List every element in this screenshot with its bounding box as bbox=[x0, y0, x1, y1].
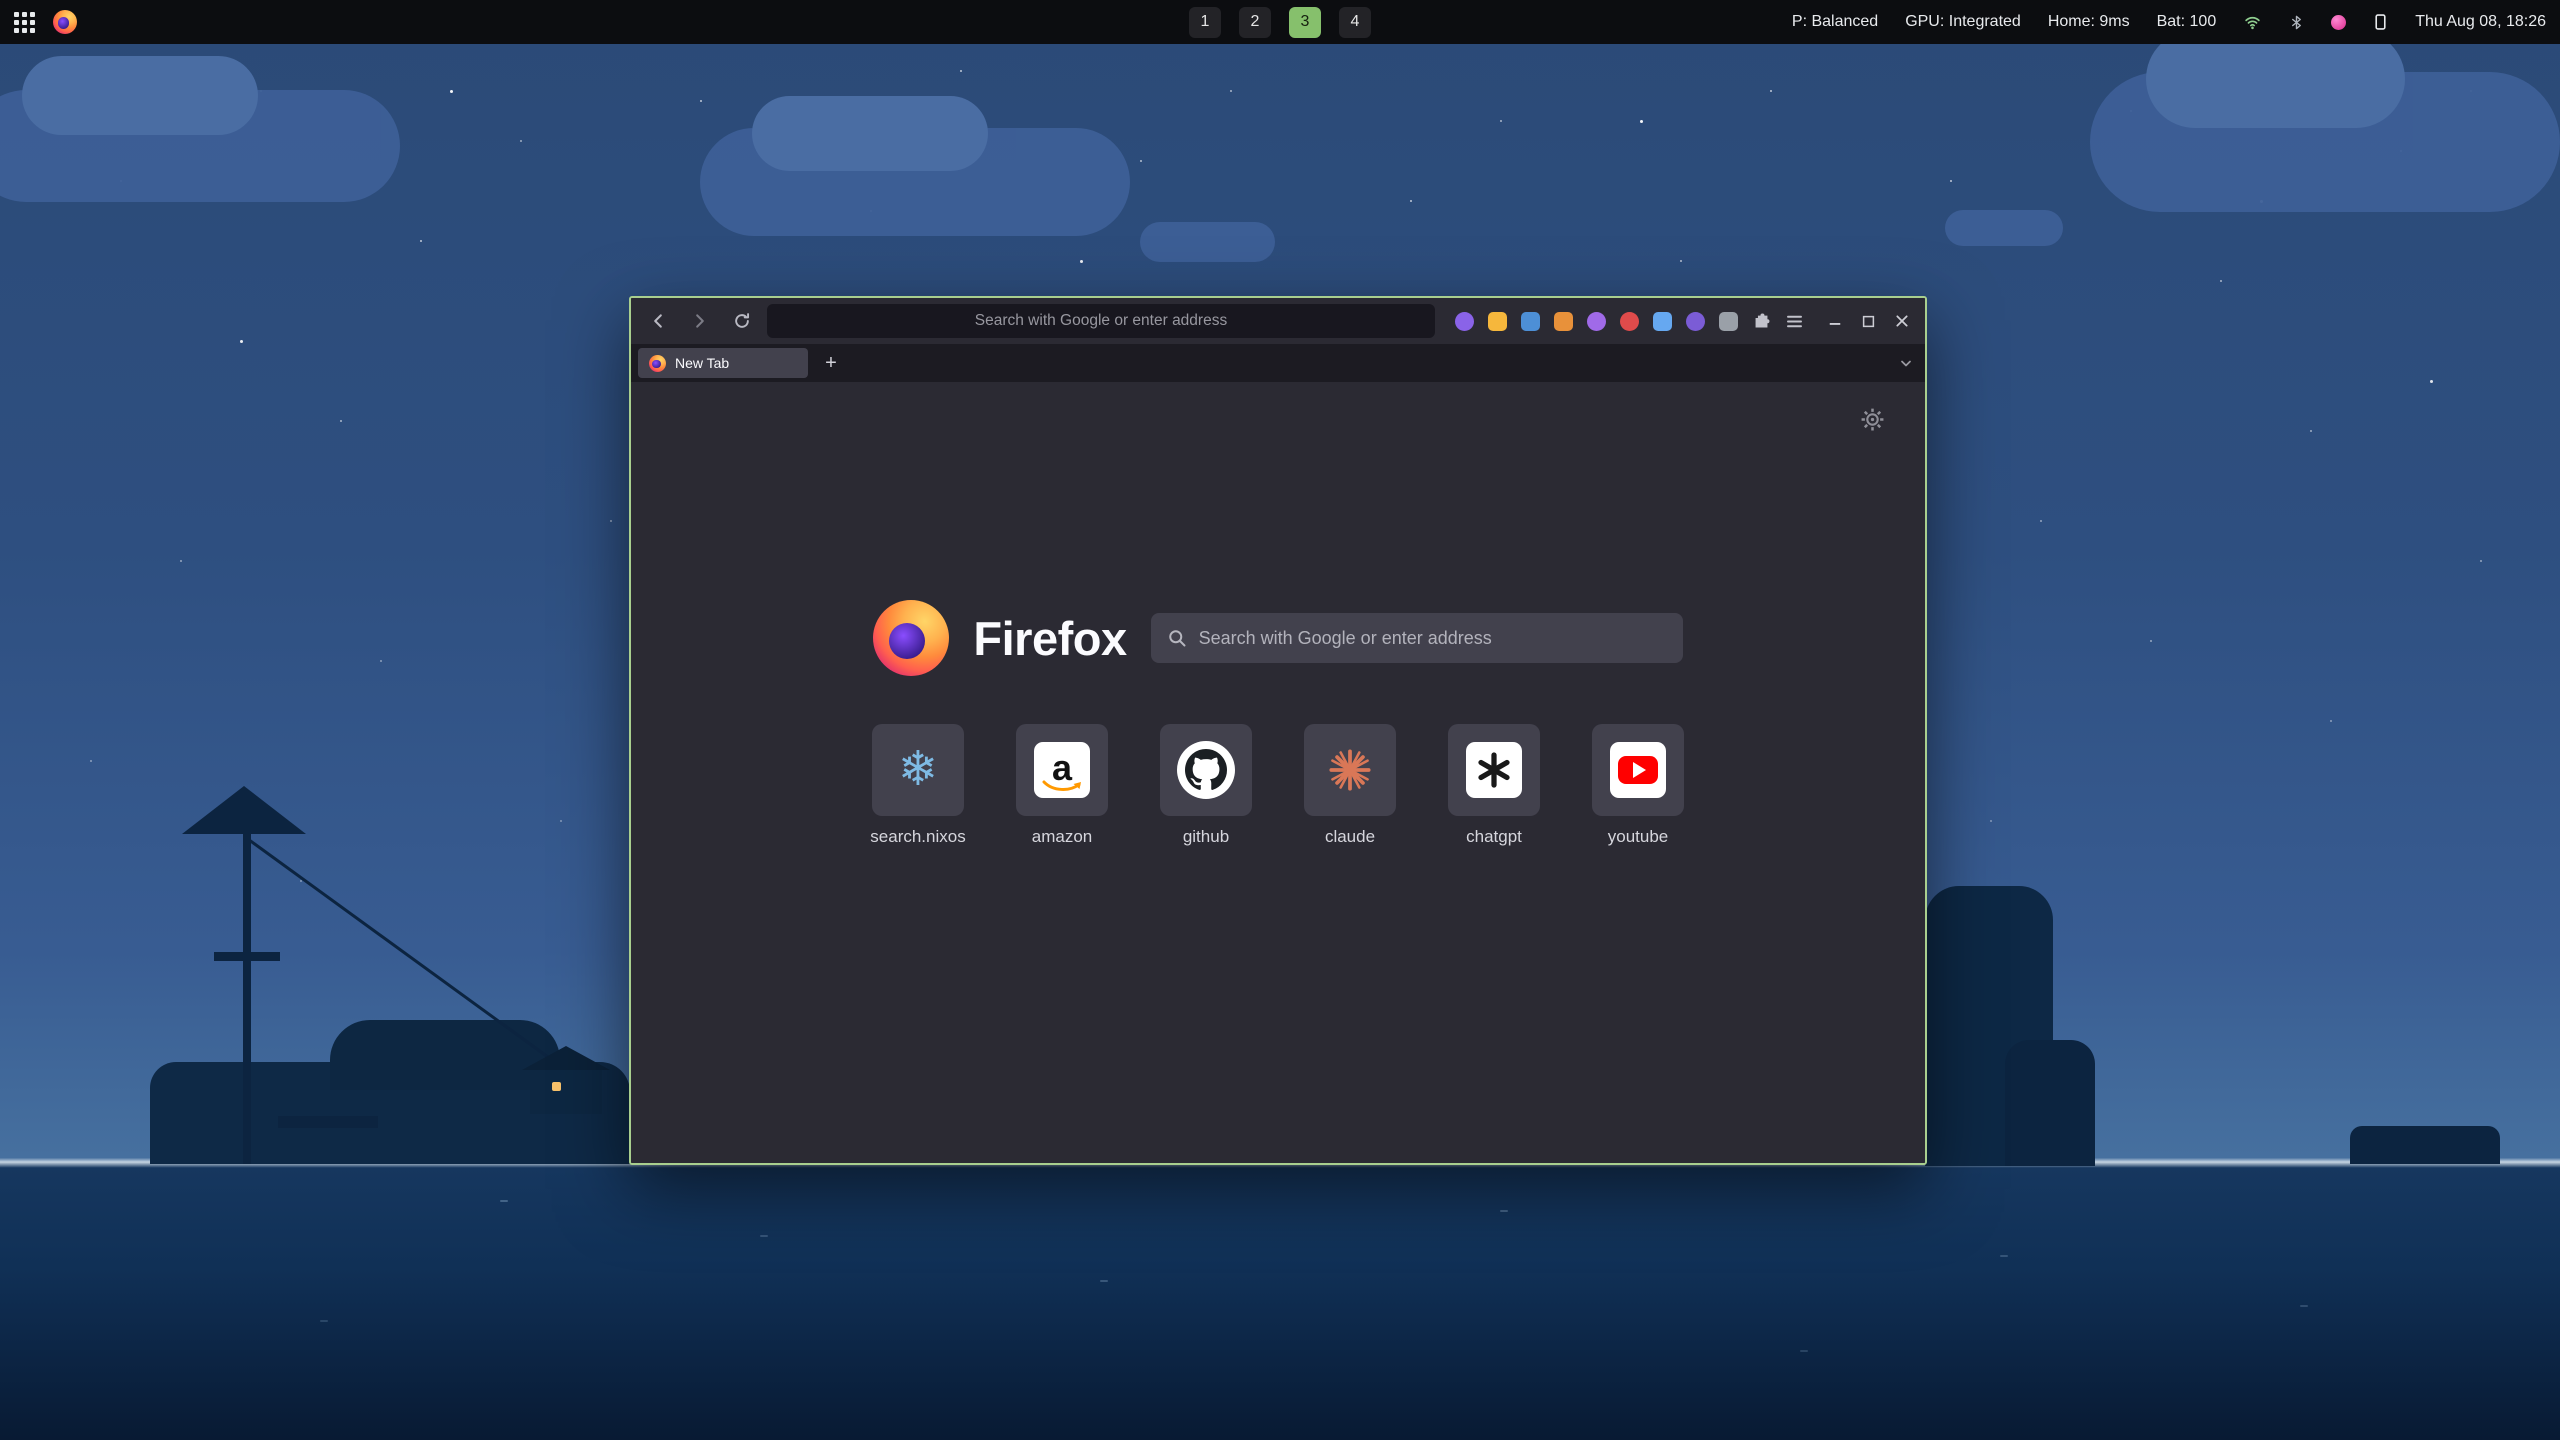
shortcut-label: amazon bbox=[1032, 827, 1092, 847]
extension-icon-2[interactable] bbox=[1488, 312, 1507, 331]
power-profile-status: P: Balanced bbox=[1792, 13, 1878, 31]
tab-new-tab[interactable]: New Tab bbox=[638, 348, 808, 378]
wifi-icon[interactable] bbox=[2243, 14, 2262, 31]
navigation-toolbar bbox=[631, 298, 1925, 344]
watchtower-canopy bbox=[182, 786, 306, 834]
extension-icon-6[interactable] bbox=[1620, 312, 1639, 331]
shortcut-label: youtube bbox=[1608, 827, 1669, 847]
hut-window-light bbox=[552, 1082, 561, 1091]
shortcut-tile bbox=[1304, 724, 1396, 816]
workspace-button-4[interactable]: 4 bbox=[1339, 7, 1371, 38]
extension-icon-3[interactable] bbox=[1521, 312, 1540, 331]
github-octocat-icon bbox=[1177, 741, 1235, 799]
shortcut-label: search.nixos bbox=[870, 827, 965, 847]
forward-button[interactable] bbox=[683, 306, 717, 336]
shortcut-youtube[interactable]: youtube bbox=[1592, 724, 1684, 847]
recording-indicator-icon[interactable] bbox=[2331, 15, 2346, 30]
tab-favicon-firefox bbox=[649, 355, 666, 372]
personalize-gear-icon[interactable] bbox=[1860, 407, 1885, 437]
menu-icon[interactable] bbox=[1785, 312, 1804, 331]
shortcut-tile bbox=[1160, 724, 1252, 816]
shortcut-tile bbox=[1448, 724, 1540, 816]
gpu-status: GPU: Integrated bbox=[1905, 13, 2021, 31]
shortcut-tile bbox=[1592, 724, 1684, 816]
cloud bbox=[1140, 222, 1275, 262]
tab-label: New Tab bbox=[675, 355, 729, 371]
display-icon[interactable] bbox=[2373, 13, 2388, 31]
extension-icon-7[interactable] bbox=[1653, 312, 1672, 331]
rock-silhouette bbox=[2005, 1040, 2095, 1166]
pier-silhouette bbox=[278, 1116, 378, 1128]
minimize-button[interactable] bbox=[1828, 314, 1842, 328]
topbar-status-modules: P: Balanced GPU: Integrated Home: 9ms Ba… bbox=[1792, 13, 2546, 31]
extension-toolbar bbox=[1455, 312, 1804, 331]
tab-overflow-chevron-icon[interactable] bbox=[1898, 355, 1918, 371]
extension-icon-1[interactable] bbox=[1455, 312, 1474, 331]
shortcut-github[interactable]: github bbox=[1160, 724, 1252, 847]
openai-icon bbox=[1466, 742, 1522, 798]
new-tab-page: Firefox ❄ search.nixos a bbox=[631, 382, 1925, 1163]
watchtower-silhouette bbox=[243, 828, 251, 1164]
cloud bbox=[700, 128, 1130, 236]
top-status-bar: 1 2 3 4 P: Balanced GPU: Integrated Home… bbox=[0, 0, 2560, 44]
reload-button[interactable] bbox=[725, 306, 759, 336]
amazon-smile-arrow bbox=[1041, 780, 1083, 793]
workspace-button-3-active[interactable]: 3 bbox=[1289, 7, 1321, 38]
workspace-button-2[interactable]: 2 bbox=[1239, 7, 1271, 38]
shortcut-amazon[interactable]: a amazon bbox=[1016, 724, 1108, 847]
shortcut-label: chatgpt bbox=[1466, 827, 1522, 847]
shortcuts-row: ❄ search.nixos a amazon bbox=[631, 724, 1925, 847]
shortcut-tile: a bbox=[1016, 724, 1108, 816]
extensions-puzzle-icon[interactable] bbox=[1752, 312, 1771, 331]
extension-icon-8[interactable] bbox=[1686, 312, 1705, 331]
clock: Thu Aug 08, 18:26 bbox=[2415, 13, 2546, 31]
url-bar[interactable] bbox=[767, 304, 1435, 338]
shortcut-claude[interactable]: claude bbox=[1304, 724, 1396, 847]
shortcut-label: claude bbox=[1325, 827, 1375, 847]
firefox-logo bbox=[873, 600, 949, 676]
shortcut-label: github bbox=[1183, 827, 1229, 847]
shortcut-chatgpt[interactable]: chatgpt bbox=[1448, 724, 1540, 847]
nixos-snowflake-icon: ❄ bbox=[898, 746, 938, 794]
youtube-icon bbox=[1610, 742, 1666, 798]
extension-icon-4[interactable] bbox=[1554, 312, 1573, 331]
tab-bar: New Tab + bbox=[631, 344, 1925, 382]
youtube-play-button bbox=[1618, 756, 1658, 784]
battery-status: Bat: 100 bbox=[2157, 13, 2217, 31]
islet-silhouette bbox=[2350, 1126, 2500, 1164]
newtab-search-input[interactable] bbox=[1199, 628, 1667, 649]
close-button[interactable] bbox=[1895, 314, 1909, 328]
hut-roof bbox=[522, 1046, 610, 1070]
cloud bbox=[1945, 210, 2063, 246]
search-icon bbox=[1167, 628, 1187, 648]
cloud bbox=[2090, 72, 2560, 212]
newtab-hero: Firefox bbox=[631, 600, 1925, 676]
workspace-button-1[interactable]: 1 bbox=[1189, 7, 1221, 38]
new-tab-button[interactable]: + bbox=[816, 348, 846, 378]
firefox-wordmark: Firefox bbox=[973, 611, 1126, 666]
hut-silhouette bbox=[530, 1066, 602, 1114]
workspace-switcher: 1 2 3 4 bbox=[1189, 7, 1371, 38]
topbar-left bbox=[14, 10, 77, 34]
app-launcher-icon[interactable] bbox=[14, 12, 35, 33]
bluetooth-icon[interactable] bbox=[2289, 14, 2304, 31]
maximize-button[interactable] bbox=[1862, 315, 1875, 328]
window-controls bbox=[1828, 314, 1909, 328]
shortcut-search-nixos[interactable]: ❄ search.nixos bbox=[872, 724, 964, 847]
url-input[interactable] bbox=[779, 312, 1423, 330]
firefox-window: New Tab + Firefox bbox=[629, 296, 1927, 1165]
latency-status: Home: 9ms bbox=[2048, 13, 2130, 31]
claude-starburst-icon bbox=[1327, 747, 1373, 793]
extension-icon-9[interactable] bbox=[1719, 312, 1738, 331]
extension-icon-5[interactable] bbox=[1587, 312, 1606, 331]
newtab-search-bar[interactable] bbox=[1151, 613, 1683, 663]
firefox-taskbar-icon[interactable] bbox=[53, 10, 77, 34]
amazon-icon: a bbox=[1034, 742, 1090, 798]
cloud bbox=[0, 90, 400, 202]
watchtower-deck bbox=[214, 952, 280, 961]
back-button[interactable] bbox=[641, 306, 675, 336]
shortcut-tile: ❄ bbox=[872, 724, 964, 816]
